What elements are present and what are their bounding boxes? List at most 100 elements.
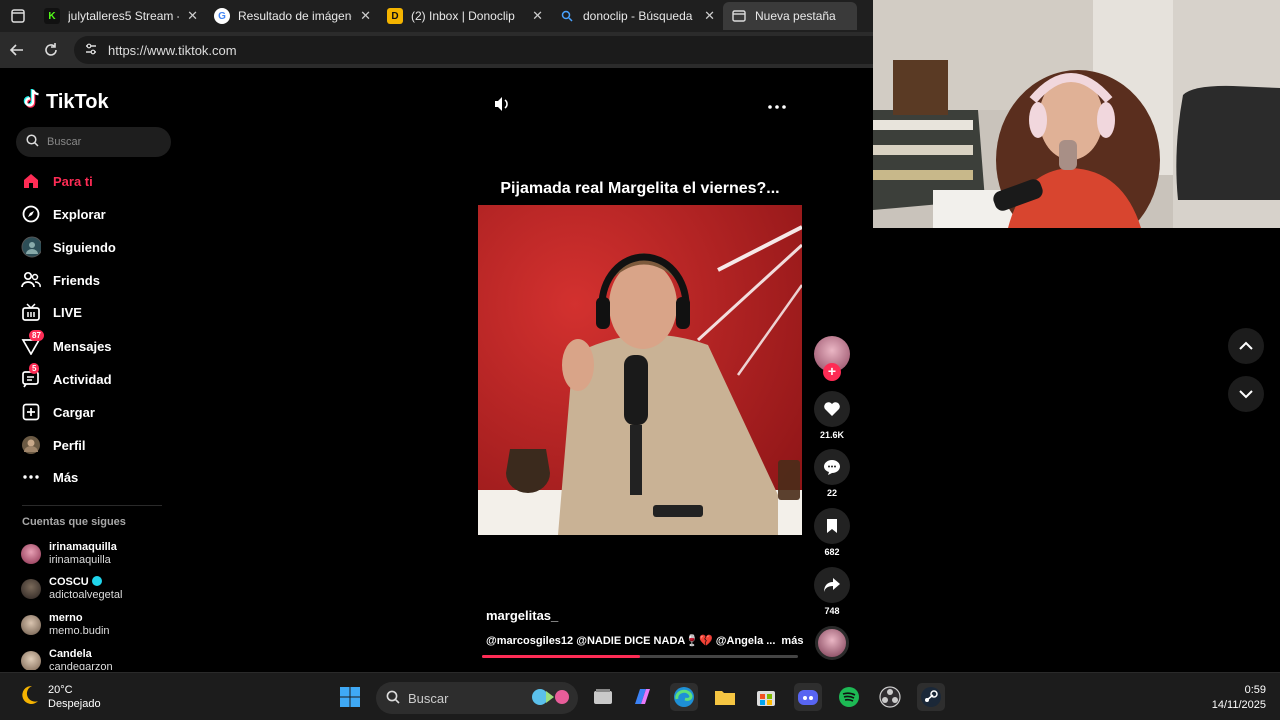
site-info-icon[interactable]: [84, 42, 98, 59]
windows-start-icon[interactable]: [336, 683, 364, 711]
creator-avatar-button[interactable]: +: [814, 336, 850, 381]
account-username: irinamaquilla: [49, 554, 111, 566]
nav-friends[interactable]: Friends: [21, 267, 100, 293]
nav-perfil[interactable]: Perfil: [21, 432, 86, 458]
compass-icon: [21, 204, 41, 224]
save-control[interactable]: 682: [814, 508, 850, 557]
following-account[interactable]: COSCU adictoalvegetal: [21, 576, 122, 602]
video-title: Pijamada real Margelita el viernes?...: [500, 180, 780, 197]
like-control[interactable]: 21.6K: [814, 391, 850, 440]
nav-label: Explorar: [53, 206, 106, 222]
previous-video-button[interactable]: [1228, 328, 1264, 364]
nav-label: Más: [53, 469, 79, 485]
tab-title: Nueva pestaña: [755, 9, 836, 23]
account-name: COSCU: [49, 576, 122, 589]
address-bar: https://www.tiktok.com: [0, 32, 873, 68]
taskbar-search[interactable]: Buscar: [376, 682, 578, 714]
video-frame: [478, 205, 802, 535]
nav-actividad[interactable]: 5 Actividad: [21, 363, 112, 392]
heart-icon[interactable]: [814, 391, 850, 427]
webcam-image: [873, 0, 1280, 228]
share-icon[interactable]: [814, 567, 850, 603]
discord-icon[interactable]: [794, 683, 822, 711]
spotify-icon[interactable]: [835, 683, 863, 711]
nav-label: Para ti: [53, 173, 93, 189]
browser-tab-active[interactable]: Nueva pestaña: [723, 2, 857, 30]
following-account[interactable]: irinamaquilla irinamaquilla: [21, 541, 117, 567]
progress-fill: [482, 655, 640, 658]
url-input[interactable]: https://www.tiktok.com: [74, 36, 873, 64]
task-view-icon[interactable]: [589, 683, 617, 711]
account-username: adictoalvegetal: [49, 589, 123, 601]
nav-mas[interactable]: Más: [21, 464, 78, 490]
windows-taskbar: 20°C Despejado Buscar 0:59 14/11/2025: [0, 672, 1280, 720]
following-account[interactable]: merno memo.budin: [21, 612, 110, 638]
browser-tab[interactable]: donoclip - Búsqueda ✕: [551, 2, 723, 30]
nav-live[interactable]: LIVE: [21, 299, 82, 325]
volume-icon[interactable]: [493, 96, 511, 117]
following-account[interactable]: Candela candegarzon: [21, 648, 113, 670]
tiktok-logo[interactable]: TikTok: [22, 88, 109, 116]
account-name: irinamaquilla: [49, 541, 117, 553]
browser-tab[interactable]: G Resultado de imágenes ✕: [206, 2, 379, 30]
nav-explorar[interactable]: Explorar: [21, 201, 106, 227]
video-progress-bar[interactable]: [482, 655, 798, 658]
music-disc-icon: [815, 626, 849, 660]
obs-icon[interactable]: [876, 683, 904, 711]
follow-plus-icon[interactable]: +: [823, 363, 841, 381]
video-caption: @marcosgiles12 @NADIE DICE NADA🍷💔 @Angel…: [486, 634, 803, 647]
close-tab-icon[interactable]: ✕: [360, 8, 371, 24]
upload-icon: [21, 402, 41, 422]
music-disc[interactable]: [814, 626, 850, 660]
comment-control[interactable]: 22: [814, 449, 850, 498]
refresh-icon[interactable]: [34, 32, 68, 68]
caption-text: @marcosgiles12 @NADIE DICE NADA🍷💔 @Angel…: [486, 635, 776, 647]
webcam-overlay: [873, 0, 1280, 228]
tab-actions-icon[interactable]: [0, 0, 36, 32]
browser-tab[interactable]: K julytalleres5 Stream - W ✕: [36, 2, 206, 30]
nav-label: Actividad: [53, 371, 112, 387]
copilot-icon[interactable]: [628, 683, 656, 711]
edge-icon[interactable]: [670, 683, 698, 711]
system-clock[interactable]: 0:59 14/11/2025: [1196, 683, 1266, 713]
share-count: 748: [824, 606, 840, 616]
file-explorer-icon[interactable]: [711, 683, 739, 711]
tab-title: donoclip - Búsqueda: [583, 9, 693, 23]
nav-label: Friends: [53, 272, 100, 288]
account-name: Candela: [49, 648, 92, 660]
video-author[interactable]: margelitas_: [486, 608, 558, 623]
tab-title: julytalleres5 Stream - W: [68, 9, 179, 23]
like-count: 21.6K: [819, 430, 845, 440]
close-tab-icon[interactable]: ✕: [532, 8, 543, 24]
nav-label: Mensajes: [53, 338, 112, 354]
back-icon[interactable]: [0, 32, 34, 68]
live-icon: [21, 302, 41, 322]
more-caption-link[interactable]: más: [781, 635, 803, 647]
video-player[interactable]: [478, 205, 802, 535]
following-heading: Cuentas que sigues: [22, 516, 126, 528]
account-username: candegarzon: [49, 661, 113, 670]
activity-icon: 5: [21, 363, 41, 389]
next-video-button[interactable]: [1228, 376, 1264, 412]
search-input[interactable]: Buscar: [16, 127, 171, 157]
share-control[interactable]: 748: [814, 567, 850, 616]
nav-para-ti[interactable]: Para ti: [21, 168, 93, 194]
store-icon[interactable]: [752, 683, 780, 711]
tab-title: (2) Inbox | Donoclip: [411, 9, 515, 23]
nav-label: LIVE: [53, 304, 82, 320]
nav-label: Perfil: [53, 437, 86, 453]
comment-icon[interactable]: [814, 449, 850, 485]
steam-icon[interactable]: [917, 683, 945, 711]
bookmark-icon[interactable]: [814, 508, 850, 544]
weather-widget[interactable]: 20°C Despejado: [18, 683, 101, 711]
nav-mensajes[interactable]: 87 Mensajes: [21, 330, 112, 359]
more-options-icon[interactable]: [768, 96, 786, 114]
comment-count: 22: [826, 488, 837, 498]
tiktok-note-icon: [22, 88, 42, 116]
browser-tab[interactable]: D (2) Inbox | Donoclip ✕: [379, 2, 551, 30]
nav-siguiendo[interactable]: Siguiendo: [21, 234, 116, 260]
nav-cargar[interactable]: Cargar: [21, 399, 95, 425]
donoclip-icon: D: [387, 8, 403, 24]
close-tab-icon[interactable]: ✕: [704, 8, 715, 24]
close-tab-icon[interactable]: ✕: [187, 8, 198, 24]
